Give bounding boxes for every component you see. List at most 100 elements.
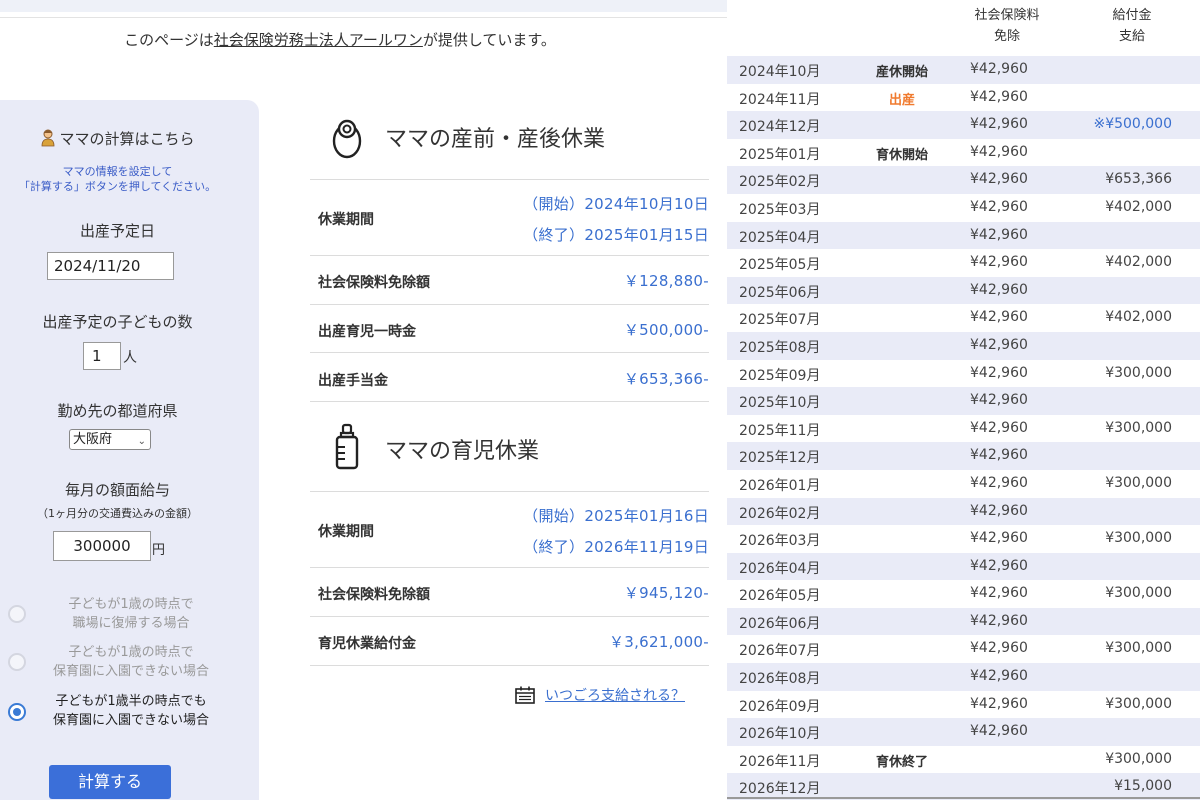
childcare-benefit-value: ￥3,621,000- [608,633,709,651]
divider [310,304,709,305]
row-payment: ¥300,000 [1105,364,1172,381]
row-month: 2026年05月 [739,588,821,605]
row-month: 2025年11月 [739,422,821,439]
row-insurance: ¥42,960 [970,281,1028,298]
row-month: 2025年08月 [739,339,821,356]
row-month: 2026年03月 [739,533,821,550]
row-month: 2024年10月 [739,64,821,80]
chevron-down-icon: ⌄ [137,436,146,447]
option-no-nursery-1-5y-label[interactable]: 子どもが1歳半の時点でも 保育園に入園できない場合 [26,692,236,730]
option-return-to-work-label[interactable]: 子どもが1歳の時点で 職場に復帰する場合 [26,595,236,633]
row-insurance: ¥42,960 [970,612,1028,629]
provider-link[interactable]: 社会保険労務士法人アールワン [214,31,423,49]
mother-icon [42,129,55,147]
row-insurance: ¥42,960 [970,88,1028,105]
row-insurance: ¥42,960 [970,364,1028,381]
row-insurance: ¥42,960 [970,447,1028,464]
form-hint: ママの情報を設定して 「計算する」ボタンを押してください。 [0,164,235,194]
header-payment-line1: 給付金 [1112,8,1152,23]
row-payment: ¥402,000 [1105,309,1172,326]
row-insurance: ¥42,960 [970,474,1028,491]
table-row: 2026年05月 ¥42,960 ¥300,000 [727,580,1200,608]
childcare-period-end: （終了）2026年11月19日 [523,538,709,556]
table-row: 2026年06月 ¥42,960 [727,607,1200,636]
row-insurance: ¥42,960 [970,143,1028,160]
header-insurance-line2: 免除 [993,29,1020,44]
row-month: 2026年12月 [739,781,821,798]
row-payment: ¥402,000 [1105,198,1172,215]
row-payment: ¥300,000 [1105,419,1172,436]
row-payment: ¥300,000 [1105,530,1172,547]
payment-timing-link-text: いつごろ支給される？ [545,688,685,704]
row-month: 2025年06月 [739,284,821,301]
row-insurance: ¥42,960 [970,419,1028,436]
child-count-input[interactable]: 1 [83,342,121,370]
prefecture-select[interactable]: 大阪府 ⌄ [69,429,151,450]
row-month: 2026年09月 [739,698,821,715]
mom-calc-form-panel: ママの計算はこちら ママの情報を設定して 「計算する」ボタンを押してください。 … [0,100,259,800]
form-title: ママの計算はこちら [0,128,235,149]
option-3-line1: 子どもが1歳半の時点でも [55,694,207,709]
notice-suffix: が提供しています。 [422,31,556,49]
table-row: 2026年01月 ¥42,960 ¥300,000 [727,470,1200,498]
table-row: 2026年11月 育休終了 ¥300,000 [727,746,1200,774]
table-row: 2025年09月 ¥42,960 ¥300,000 [727,360,1200,388]
childcare-insurance-label: 社会保険料免除額 [318,587,430,603]
option-no-nursery-1y-label[interactable]: 子どもが1歳の時点で 保育園に入園できない場合 [26,643,236,681]
childcare-period-start: （開始）2025年01月16日 [523,507,709,525]
lump-sum-value: ￥500,000- [623,321,709,339]
row-payment: ¥300,000 [1105,585,1172,602]
maternity-leave-title: ママの産前・産後休業 [385,127,606,152]
childcare-insurance-value: ￥945,120- [623,584,709,602]
table-row: 2026年10月 ¥42,960 [727,718,1200,746]
row-insurance: ¥42,960 [970,557,1028,574]
option-2-line1: 子どもが1歳の時点で [68,645,194,660]
row-insurance: ¥42,960 [970,502,1028,519]
row-insurance: ¥42,960 [970,336,1028,353]
row-insurance: ¥42,960 [970,695,1028,712]
row-event: 育休開始 [875,147,928,163]
row-month: 2025年01月 [739,146,821,163]
row-insurance: ¥42,960 [970,171,1028,188]
table-row: 2025年04月 ¥42,960 [727,221,1200,250]
option-no-nursery-1-5y-radio[interactable] [8,703,26,721]
option-return-to-work-radio[interactable] [8,605,26,623]
row-month: 2026年10月 [739,726,821,743]
row-month: 2025年03月 [739,201,821,218]
option-1-line2: 職場に復帰する場合 [72,616,190,631]
row-month: 2026年08月 [739,671,821,688]
due-date-input[interactable]: 2024/11/20 [47,252,174,280]
table-row: 2026年04月 ¥42,960 [727,552,1200,581]
header-insurance-line1: 社会保険料 [974,8,1040,23]
row-payment: ¥300,000 [1105,750,1172,767]
row-insurance: ¥42,960 [970,723,1028,740]
payment-timing-link[interactable]: いつごろ支給される？ [515,685,685,705]
row-month: 2025年12月 [739,450,821,467]
form-hint-line1: ママの情報を設定して [62,165,173,178]
option-3-line2: 保育園に入園できない場合 [52,713,209,728]
row-month: 2026年07月 [739,643,821,660]
row-payment: ¥300,000 [1105,640,1172,657]
table-row: 2025年06月 ¥42,960 [727,276,1200,305]
row-payment: ¥300,000 [1105,474,1172,491]
salary-input[interactable]: 300000 [53,531,151,561]
row-insurance: ¥42,960 [970,530,1028,547]
divider [310,665,709,666]
lump-sum-label: 出産育児一時金 [318,324,416,340]
row-month: 2024年12月 [739,119,821,136]
row-month: 2025年02月 [739,174,821,191]
table-row: 2025年02月 ¥42,960 ¥653,366 [727,166,1200,194]
calendar-icon [515,686,535,704]
row-payment: ¥653,366 [1105,171,1172,188]
option-no-nursery-1y-radio[interactable] [8,653,26,671]
table-row: 2025年11月 ¥42,960 ¥300,000 [727,415,1200,443]
baby-bottle-icon [335,423,359,470]
row-month: 2025年05月 [739,257,821,274]
provider-notice: このページは社会保険労務士法人アールワンが提供しています。 [0,29,680,50]
maternity-period-start: （開始）2024年10月10日 [523,195,709,213]
header-benefit-payment: 給付金 支給 [1087,5,1177,47]
row-event: 育休終了 [875,754,928,770]
row-month: 2026年06月 [739,615,821,632]
divider [310,352,709,353]
calculate-button[interactable]: 計算する [49,765,171,799]
